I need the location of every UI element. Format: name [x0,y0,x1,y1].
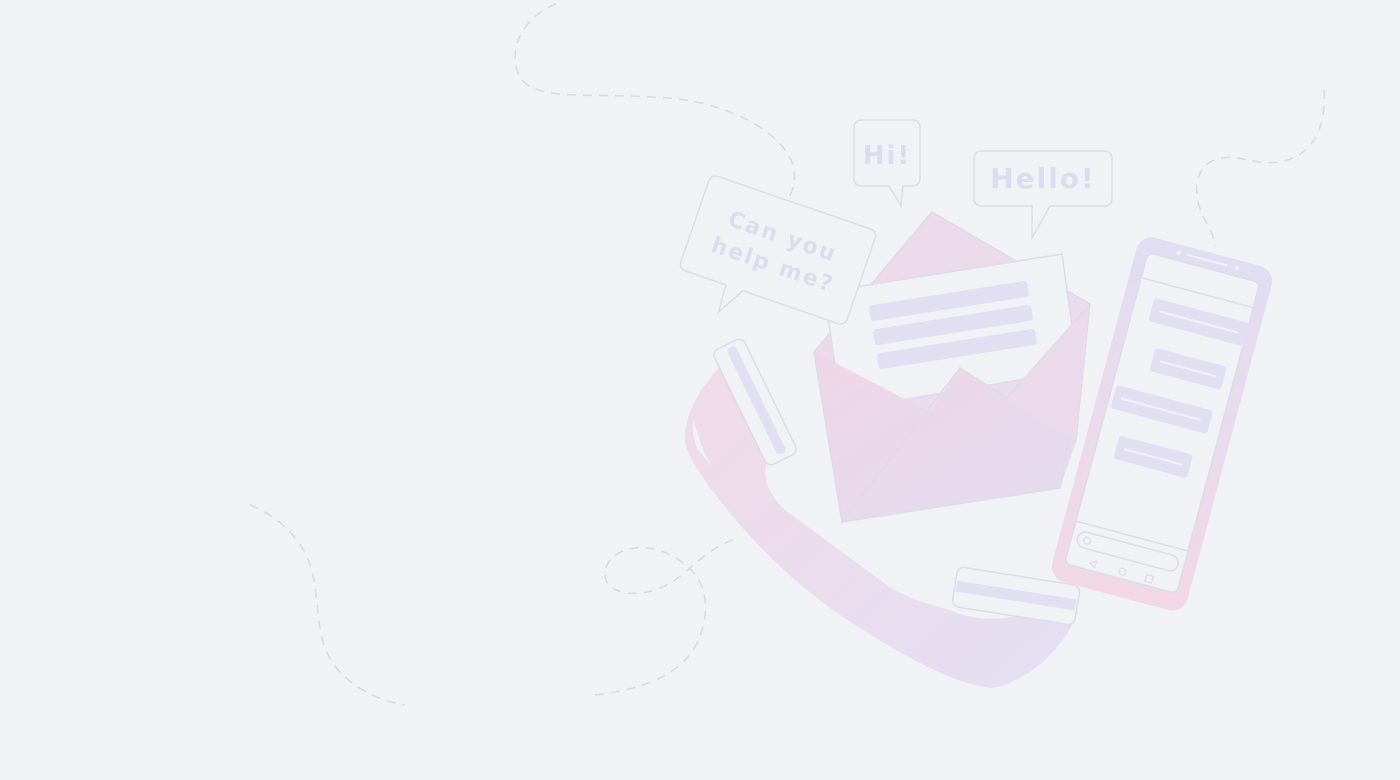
speech-bubble-hi: Hi! [853,119,921,209]
dashed-line-loop [594,537,741,696]
dashed-line-top [514,3,796,201]
speech-bubble-hello: Hello! [973,150,1113,241]
hi-bubble-text: Hi! [863,141,912,171]
dashed-line-left [249,504,406,706]
dashed-line-right [1195,89,1326,247]
contact-illustration: Can you help me? Hi! Hello! [249,3,1326,706]
hello-bubble-text: Hello! [990,162,1096,195]
smartphone-icon [1051,237,1273,611]
